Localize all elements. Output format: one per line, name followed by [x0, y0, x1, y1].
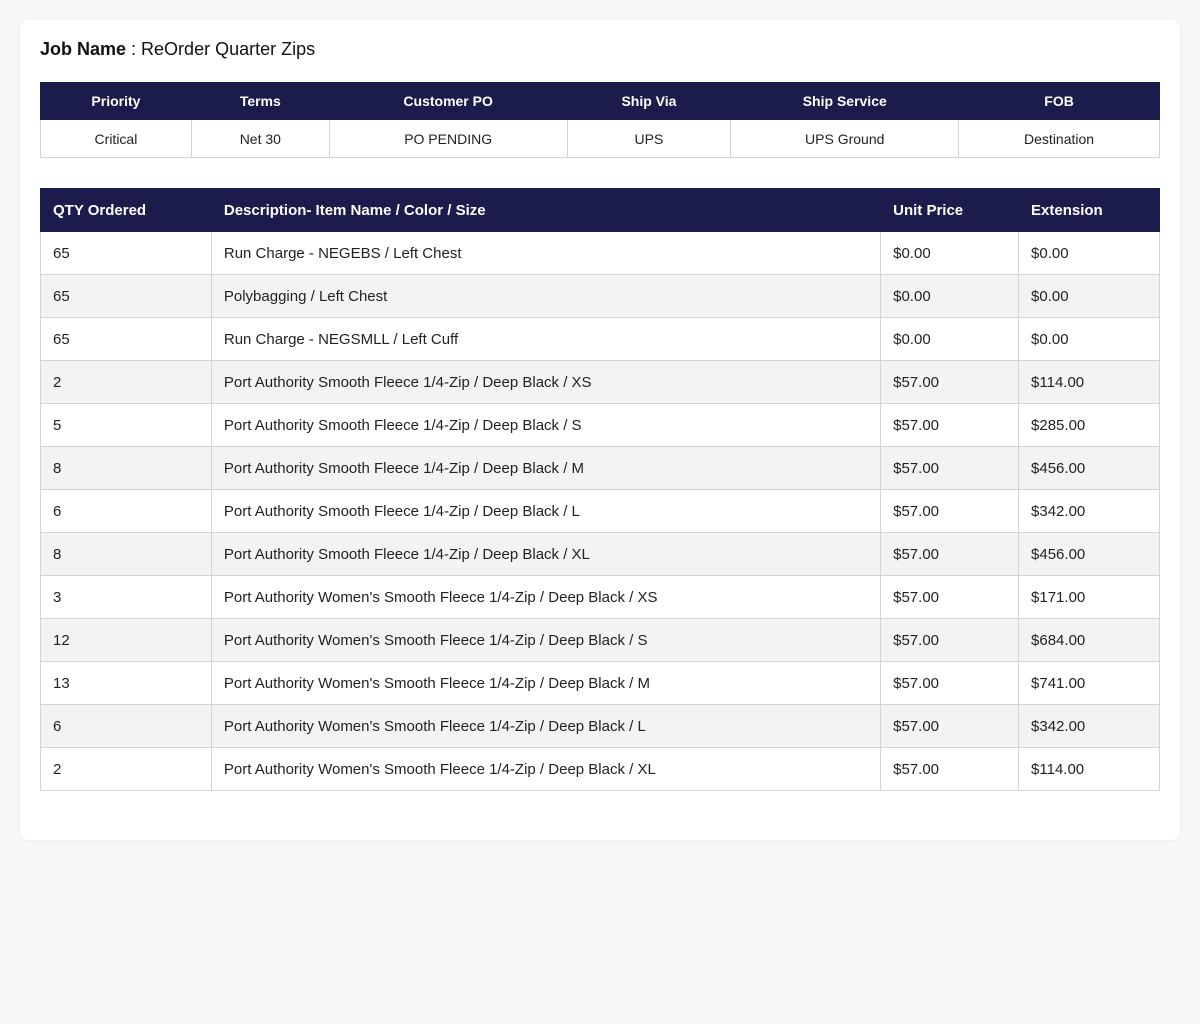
order-card: Job Name : ReOrder Quarter Zips Priority…: [20, 20, 1180, 840]
extension-cell: $342.00: [1018, 704, 1160, 748]
description-cell: Run Charge - NEGEBS / Left Chest: [210, 231, 882, 275]
meta-value-priority: Critical: [40, 119, 192, 158]
unit-price-cell: $57.00: [880, 747, 1020, 791]
unit-price-cell: $0.00: [880, 274, 1020, 318]
meta-value-fob: Destination: [958, 119, 1160, 158]
table-row: 2 Port Authority Women's Smooth Fleece 1…: [40, 747, 1160, 791]
unit-price-cell: $57.00: [880, 704, 1020, 748]
table-row: 12 Port Authority Women's Smooth Fleece …: [40, 618, 1160, 662]
table-row: 3 Port Authority Women's Smooth Fleece 1…: [40, 575, 1160, 619]
job-name-label: Job Name: [40, 39, 127, 59]
qty-cell: 5: [40, 403, 212, 447]
qty-cell: 2: [40, 360, 212, 404]
description-cell: Polybagging / Left Chest: [210, 274, 882, 318]
table-row: 8 Port Authority Smooth Fleece 1/4-Zip /…: [40, 532, 1160, 576]
qty-cell: 65: [40, 231, 212, 275]
job-name-line: Job Name : ReOrder Quarter Zips: [40, 38, 315, 60]
extension-cell: $285.00: [1018, 403, 1160, 447]
table-row: 8 Port Authority Smooth Fleece 1/4-Zip /…: [40, 446, 1160, 490]
description-cell: Port Authority Women's Smooth Fleece 1/4…: [210, 704, 882, 748]
description-cell: Port Authority Women's Smooth Fleece 1/4…: [210, 618, 882, 662]
qty-cell: 65: [40, 274, 212, 318]
extension-cell: $114.00: [1018, 747, 1160, 791]
table-row: 13 Port Authority Women's Smooth Fleece …: [40, 661, 1160, 705]
unit-price-cell: $57.00: [880, 575, 1020, 619]
items-header-description: Description- Item Name / Color / Size: [210, 188, 882, 232]
description-cell: Port Authority Smooth Fleece 1/4-Zip / D…: [210, 532, 882, 576]
qty-cell: 6: [40, 489, 212, 533]
extension-cell: $456.00: [1018, 532, 1160, 576]
meta-header-ship-via: Ship Via: [566, 82, 732, 120]
extension-cell: $0.00: [1018, 317, 1160, 361]
job-name-value: ReOrder Quarter Zips: [141, 39, 316, 59]
description-cell: Port Authority Smooth Fleece 1/4-Zip / D…: [210, 360, 882, 404]
extension-cell: $456.00: [1018, 446, 1160, 490]
table-row: 2 Port Authority Smooth Fleece 1/4-Zip /…: [40, 360, 1160, 404]
items-header-extension: Extension: [1018, 188, 1160, 232]
qty-cell: 65: [40, 317, 212, 361]
description-cell: Port Authority Women's Smooth Fleece 1/4…: [210, 575, 882, 619]
qty-cell: 13: [40, 661, 212, 705]
description-cell: Port Authority Smooth Fleece 1/4-Zip / D…: [210, 403, 882, 447]
meta-value-terms: Net 30: [190, 119, 330, 158]
extension-cell: $0.00: [1018, 231, 1160, 275]
unit-price-cell: $57.00: [880, 446, 1020, 490]
table-row: 65 Polybagging / Left Chest $0.00 $0.00: [40, 274, 1160, 318]
meta-header-ship-service: Ship Service: [730, 82, 960, 120]
items-header-row: QTY Ordered Description- Item Name / Col…: [40, 188, 1160, 232]
order-meta-table: Priority Terms Customer PO Ship Via Ship…: [40, 82, 1160, 158]
table-row: 65 Run Charge - NEGEBS / Left Chest $0.0…: [40, 231, 1160, 275]
meta-header-customer-po: Customer PO: [328, 82, 568, 120]
description-cell: Port Authority Smooth Fleece 1/4-Zip / D…: [210, 489, 882, 533]
description-cell: Run Charge - NEGSMLL / Left Cuff: [210, 317, 882, 361]
description-cell: Port Authority Smooth Fleece 1/4-Zip / D…: [210, 446, 882, 490]
meta-value-ship-via: UPS: [566, 119, 732, 158]
table-row: 65 Run Charge - NEGSMLL / Left Cuff $0.0…: [40, 317, 1160, 361]
meta-header-priority: Priority: [40, 82, 192, 120]
meta-header-terms: Terms: [190, 82, 330, 120]
meta-header-fob: FOB: [958, 82, 1160, 120]
extension-cell: $684.00: [1018, 618, 1160, 662]
unit-price-cell: $57.00: [880, 618, 1020, 662]
qty-cell: 8: [40, 532, 212, 576]
qty-cell: 2: [40, 747, 212, 791]
extension-cell: $114.00: [1018, 360, 1160, 404]
qty-cell: 6: [40, 704, 212, 748]
unit-price-cell: $57.00: [880, 532, 1020, 576]
meta-value-customer-po: PO PENDING: [328, 119, 568, 158]
qty-cell: 12: [40, 618, 212, 662]
table-row: 6 Port Authority Smooth Fleece 1/4-Zip /…: [40, 489, 1160, 533]
extension-cell: $342.00: [1018, 489, 1160, 533]
description-cell: Port Authority Women's Smooth Fleece 1/4…: [210, 747, 882, 791]
description-cell: Port Authority Women's Smooth Fleece 1/4…: [210, 661, 882, 705]
unit-price-cell: $57.00: [880, 360, 1020, 404]
extension-cell: $171.00: [1018, 575, 1160, 619]
items-header-unit-price: Unit Price: [880, 188, 1020, 232]
meta-value-row: Critical Net 30 PO PENDING UPS UPS Groun…: [40, 119, 1160, 158]
extension-cell: $741.00: [1018, 661, 1160, 705]
qty-cell: 3: [40, 575, 212, 619]
qty-cell: 8: [40, 446, 212, 490]
job-name-separator: :: [126, 39, 142, 59]
unit-price-cell: $57.00: [880, 661, 1020, 705]
unit-price-cell: $0.00: [880, 231, 1020, 275]
unit-price-cell: $57.00: [880, 403, 1020, 447]
table-row: 5 Port Authority Smooth Fleece 1/4-Zip /…: [40, 403, 1160, 447]
unit-price-cell: $57.00: [880, 489, 1020, 533]
items-header-qty: QTY Ordered: [40, 188, 212, 232]
extension-cell: $0.00: [1018, 274, 1160, 318]
line-items-table: QTY Ordered Description- Item Name / Col…: [40, 188, 1160, 791]
table-row: 6 Port Authority Women's Smooth Fleece 1…: [40, 704, 1160, 748]
meta-value-ship-service: UPS Ground: [730, 119, 960, 158]
meta-header-row: Priority Terms Customer PO Ship Via Ship…: [40, 82, 1160, 120]
unit-price-cell: $0.00: [880, 317, 1020, 361]
